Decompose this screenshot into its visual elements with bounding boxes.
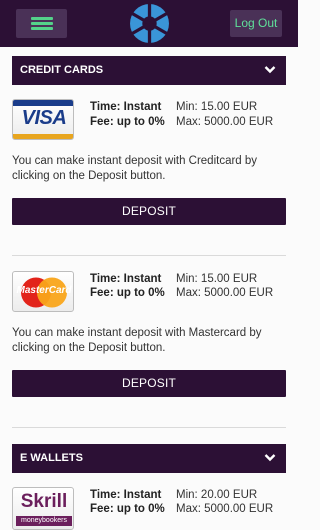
method-description: You can make instant deposit with Master… xyxy=(12,327,262,354)
chevron-down-icon xyxy=(264,454,276,462)
divider xyxy=(12,427,286,428)
deposit-button[interactable]: DEPOSIT xyxy=(12,198,286,225)
chevron-down-icon xyxy=(264,66,276,74)
method-description: You can make instant deposit with Credit… xyxy=(12,155,258,182)
section-header-e-wallets[interactable]: E WALLETS xyxy=(12,444,286,473)
menu-button[interactable] xyxy=(16,9,67,38)
divider xyxy=(12,255,286,256)
visa-logo-text: VISA xyxy=(21,107,67,129)
method-min: Min: 15.00 EUR xyxy=(176,101,258,113)
method-time: Time: Instant xyxy=(90,489,162,501)
deposit-button[interactable]: DEPOSIT xyxy=(12,370,286,397)
section-header-credit-cards[interactable]: CREDIT CARDS xyxy=(12,56,286,85)
section-title: E WALLETS xyxy=(20,452,83,464)
method-max: Max: 5000.00 EUR xyxy=(176,503,274,515)
mastercard-logo-text: MasterCard xyxy=(16,285,72,296)
brand-logo-icon[interactable] xyxy=(129,3,170,44)
mastercard-logo: MasterCard xyxy=(12,271,74,312)
hamburger-menu-icon xyxy=(31,17,53,20)
method-min: Min: 20.00 EUR xyxy=(176,489,258,501)
method-fee: Fee: up to 0% xyxy=(90,287,165,299)
hamburger-menu-icon-line xyxy=(31,27,53,30)
method-max: Max: 5000.00 EUR xyxy=(176,287,274,299)
method-time: Time: Instant xyxy=(90,101,162,113)
method-time: Time: Instant xyxy=(90,273,162,285)
hamburger-menu-icon-line xyxy=(31,22,53,25)
logout-button[interactable]: Log Out xyxy=(230,10,282,37)
top-bar: Log Out xyxy=(0,0,298,47)
skrill-logo-text: Skrill xyxy=(20,491,68,512)
method-min: Min: 15.00 EUR xyxy=(176,273,258,285)
method-fee: Fee: up to 0% xyxy=(90,116,165,128)
method-max: Max: 5000.00 EUR xyxy=(176,116,274,128)
visa-logo: VISA xyxy=(12,99,74,140)
method-fee: Fee: up to 0% xyxy=(90,503,165,515)
skrill-logo: Skrill moneybookers xyxy=(12,487,74,530)
skrill-logo-subtext: moneybookers xyxy=(16,516,72,526)
section-title: CREDIT CARDS xyxy=(20,64,104,76)
